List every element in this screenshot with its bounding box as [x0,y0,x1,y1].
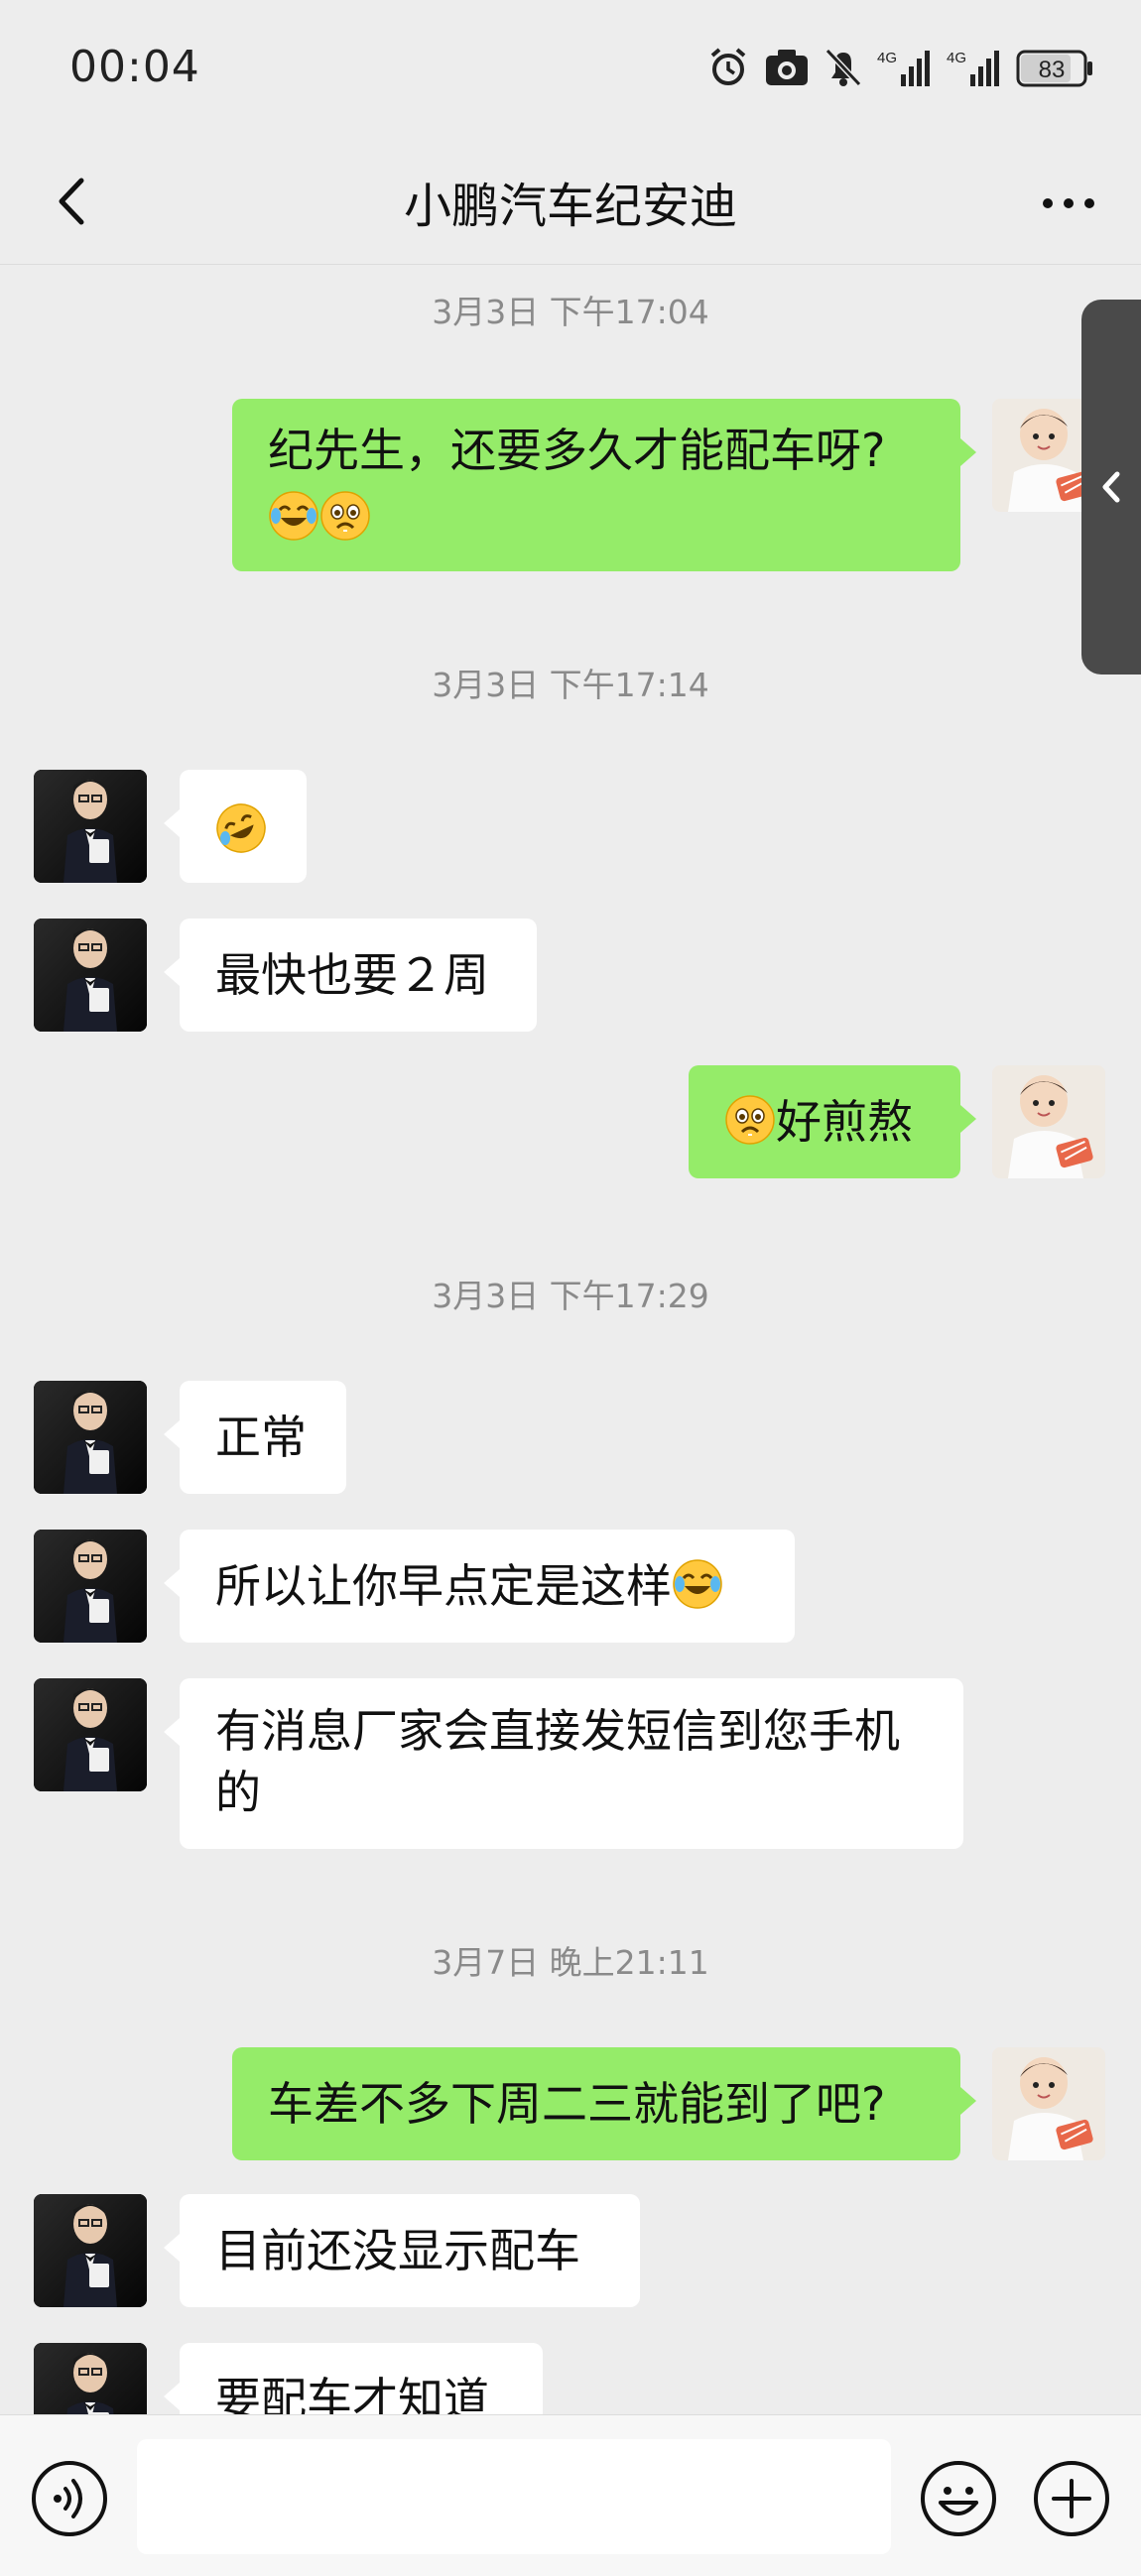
avatar-contact[interactable] [34,919,147,1032]
chat-header: 小鹏汽车纪安迪 [0,139,1141,265]
avatar-contact[interactable] [34,1381,147,1494]
message-text: 最快也要２周 [215,948,489,1002]
message-list[interactable]: 3月3日 下午17:04 纪先生，还要多久才能配车呀? 3月3日 下午17:14… [0,264,1141,2414]
rolling-on-floor-laughing-icon [215,802,267,854]
message-text: 有消息厂家会直接发短信到您手机 [215,1704,900,1758]
message-text: 目前还没显示配车 [215,2224,580,2277]
more-dots-icon[interactable] [1034,179,1103,228]
avatar-contact[interactable] [34,1530,147,1643]
message-bubble-incoming[interactable]: 目前还没显示配车 [164,2194,640,2307]
message-timestamp: 3月3日 下午17:04 [432,293,709,331]
side-drawer-handle[interactable] [1081,300,1141,675]
input-bar [0,2414,1141,2576]
status-bar: 00:04 4G 4G 83 [0,0,1141,139]
camera-icon [766,50,808,85]
plus-circle-icon[interactable] [1032,2459,1111,2538]
smiley-icon[interactable] [919,2459,998,2538]
signal-icon: 4G [947,50,999,86]
alarm-icon [710,48,746,85]
avatar-contact[interactable] [34,770,147,883]
voice-icon[interactable] [30,2459,109,2538]
status-time: 00:04 [69,42,200,92]
message-bubble-incoming[interactable] [164,770,307,883]
avatar-contact[interactable] [34,2343,147,2414]
message-bubble-outgoing[interactable]: 车差不多下周二三就能到了吧? [232,2047,976,2160]
message-bubble-incoming[interactable]: 正常 [164,1381,346,1494]
svg-text:4G: 4G [947,50,966,66]
page-title: 小鹏汽车纪安迪 [403,179,737,234]
message-bubble-incoming[interactable]: 所以让你早点定是这样 [164,1530,795,1643]
message-bubble-incoming[interactable]: 要配车才知道 [164,2343,543,2414]
battery-level: 83 [1039,57,1066,83]
avatar-contact[interactable] [34,1678,147,1791]
battery-icon: 83 [1016,50,1092,87]
message-timestamp: 3月3日 下午17:14 [432,666,709,704]
message-text: 纪先生，还要多久才能配车呀? [268,424,886,477]
avatar-self[interactable] [992,2047,1105,2160]
face-with-tears-of-joy-icon [268,490,319,542]
message-bubble-incoming[interactable]: 最快也要２周 [164,919,537,1032]
message-bubble-outgoing[interactable]: 纪先生，还要多久才能配车呀? [232,399,976,571]
message-text: 所以让你早点定是这样 [215,1559,672,1613]
message-bubble-outgoing[interactable]: 好煎熬 [689,1065,976,1178]
message-input[interactable] [137,2439,891,2554]
signal-icon: 4G [877,50,930,86]
avatar-contact[interactable] [34,2194,147,2307]
face-holding-back-tears-icon [724,1094,776,1146]
message-text: 好煎熬 [776,1095,913,1149]
svg-text:4G: 4G [877,50,897,66]
message-text: 正常 [215,1411,307,1464]
status-icons: 4G 4G [706,44,1002,91]
message-text: 车差不多下周二三就能到了吧? [268,2077,886,2131]
mute-bell-icon [824,48,862,87]
message-text: 要配车才知道 [215,2373,489,2414]
message-text: 的 [215,1766,261,1819]
avatar-self[interactable] [992,1065,1105,1178]
face-holding-back-tears-icon [319,490,371,542]
chevron-left-icon [1102,471,1120,503]
message-timestamp: 3月3日 下午17:29 [432,1277,709,1315]
message-bubble-incoming[interactable]: 有消息厂家会直接发短信到您手机 的 [164,1678,963,1849]
message-timestamp: 3月7日 晚上21:11 [432,1943,709,1982]
face-with-tears-of-joy-icon [672,1558,723,1610]
